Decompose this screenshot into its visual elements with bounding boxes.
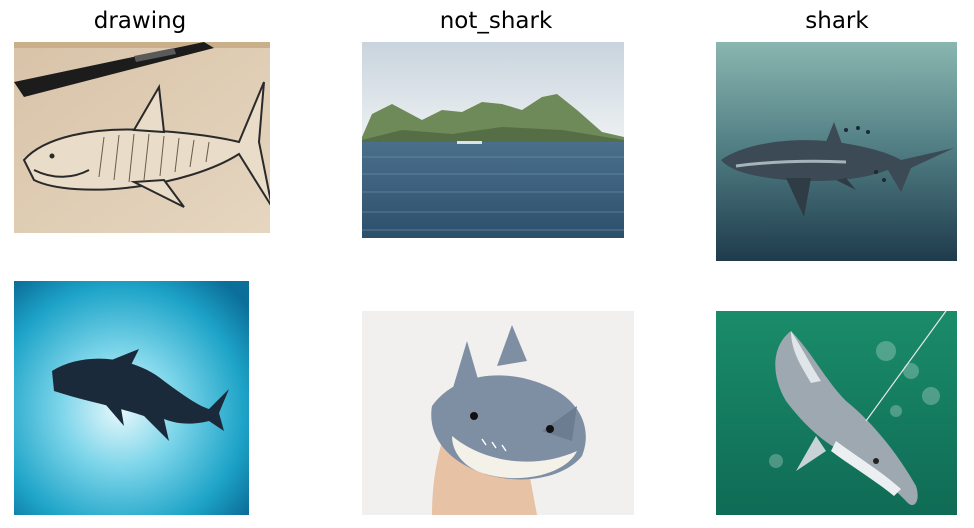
image-ocean-island-landscape: [362, 42, 624, 238]
image-hooked-shark-surface: [716, 311, 957, 515]
image-pencil-sketch-shark: [14, 42, 270, 233]
column-title-drawing: drawing: [93, 8, 187, 34]
image-crochet-shark-toy: [362, 311, 634, 515]
column-title-not-shark: not_shark: [439, 8, 553, 34]
image-thresher-shark-underwater: [716, 42, 957, 261]
column-title-shark: shark: [805, 8, 869, 34]
image-shark-silhouette-watercolor: [14, 281, 249, 515]
